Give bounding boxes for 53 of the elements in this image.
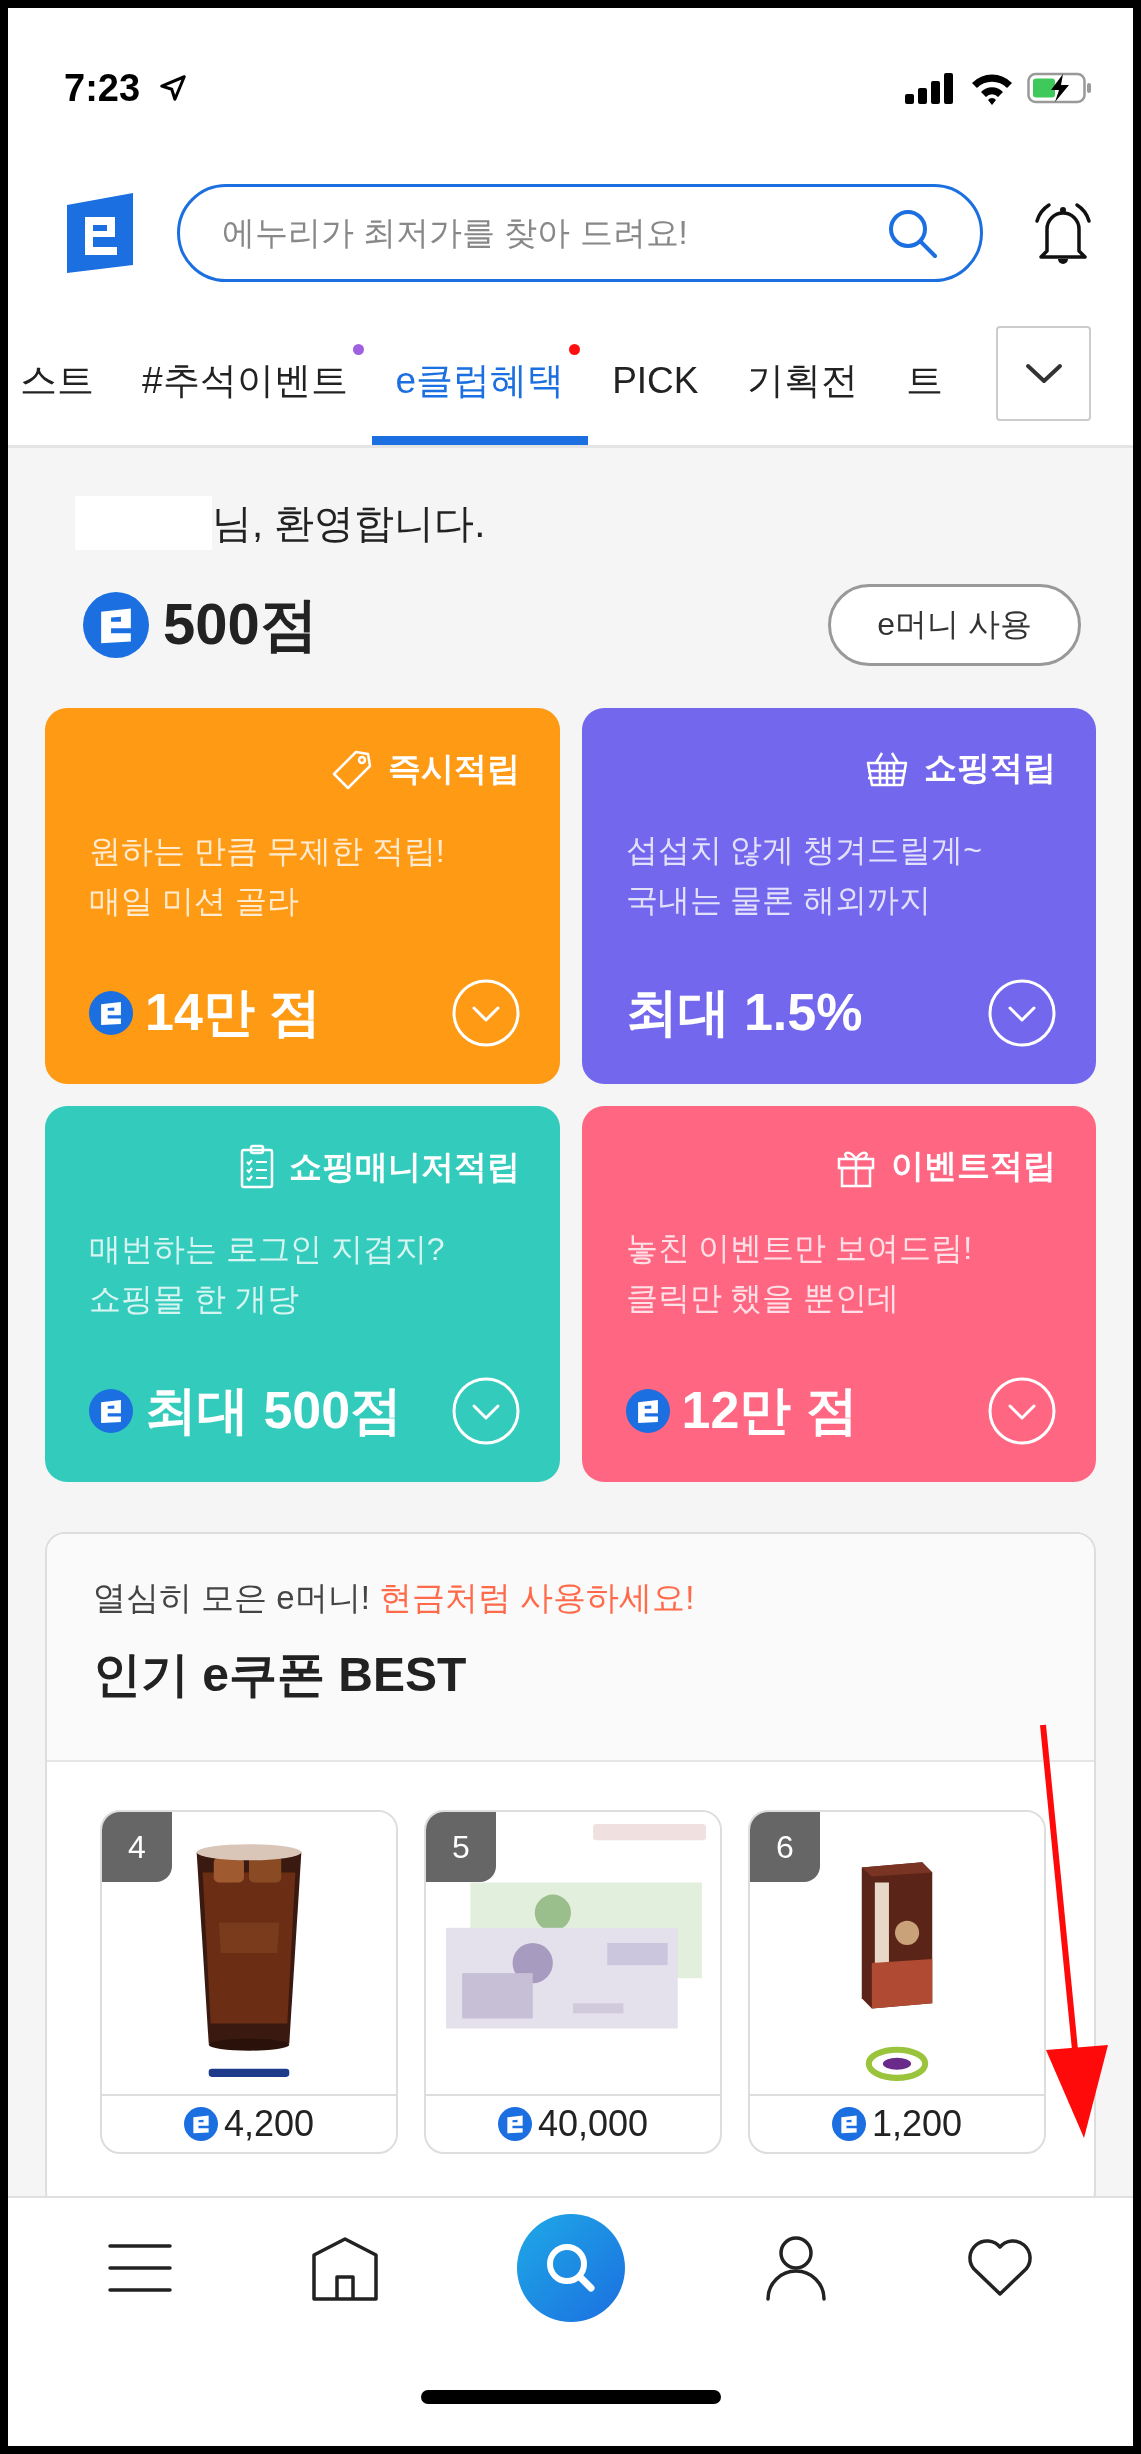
search-bar[interactable]: 에누리가 최저가를 찾아 드려요! [177,184,983,282]
category-tab[interactable]: 기획전 [722,298,882,445]
coupon-card[interactable]: 6 1,200 [748,1810,1046,2154]
points-balance: 500점 [163,590,318,658]
battery-icon [1027,71,1093,105]
card-title: 쇼핑적립 [924,748,1056,788]
reward-amount: 최대 500점 [145,1380,403,1441]
greeting-text: 님, 환영합니다. [212,499,486,547]
menu-icon[interactable] [107,2242,172,2294]
heart-icon[interactable] [967,2239,1034,2297]
category-tab[interactable]: #추석이벤트 [118,298,372,445]
card-title: 이벤트적립 [891,1146,1056,1186]
coupon-tagline: 열심히 모은 e머니! 현금처럼 사용하세요! [93,1578,696,1618]
chevron-down-icon[interactable] [1023,361,1064,386]
card-title: 쇼핑매니저적립 [288,1146,520,1187]
rank-badge: 5 [426,1812,496,1882]
emoney-use-button[interactable]: e머니 사용 [828,584,1081,666]
section-title: 인기 e쿠폰 BEST [93,1647,468,1703]
emoney-coin-icon [497,2107,532,2141]
rank-badge: 6 [750,1812,820,1882]
checklist-icon [238,1144,275,1190]
reward-amount: 14만 점 [145,982,322,1043]
reward-amount: 12만 점 [681,1380,858,1441]
status-time: 7:23 [64,66,141,110]
reward-card[interactable]: 쇼핑적립 섭섭치 않게 챙겨드릴게~ 국내는 물론 해외까지 최대 1.5% [581,708,1096,1084]
card-description: 매번하는 로그인 지겹지? [89,1230,446,1269]
card-title: 즉시적립 [387,748,520,789]
coupon-price: 4,200 [223,2103,315,2145]
card-description: 매일 미션 골라 [89,882,300,921]
card-description: 섭섭치 않게 챙겨드릴게~ [625,831,983,870]
card-description: 원하는 만큼 무제한 적립! [89,832,446,871]
coupon-card[interactable]: 4 4,200 [100,1810,398,2154]
emoney-coin-icon [83,592,149,658]
coupon-price: 1,200 [871,2103,963,2145]
coupon-price: 40,000 [537,2103,649,2145]
category-tab[interactable]: 트 [881,298,967,445]
expand-tabs-button[interactable] [996,326,1091,421]
location-arrow-icon [158,73,189,103]
person-icon[interactable] [765,2235,828,2301]
category-tab[interactable]: 스트 [8,298,118,445]
emoney-coin-icon [183,2107,218,2141]
search-icon[interactable] [517,2214,626,2322]
card-description: 국내는 물론 해외까지 [625,881,933,920]
card-description: 놓친 이벤트만 보여드림! [625,1229,974,1268]
home-icon[interactable] [311,2235,378,2301]
card-description: 클릭만 했을 뿐인데 [625,1279,901,1318]
reward-amount: 최대 1.5% [625,982,863,1043]
card-description: 쇼핑몰 한 개당 [89,1280,300,1319]
search-input[interactable]: 에누리가 최저가를 찾아 드려요! [220,213,884,253]
rank-badge: 4 [102,1812,172,1882]
coupon-card[interactable]: 5 40,000 [424,1810,722,2154]
emoney-coin-icon [831,2107,866,2141]
category-tab[interactable]: PICK [588,298,723,445]
